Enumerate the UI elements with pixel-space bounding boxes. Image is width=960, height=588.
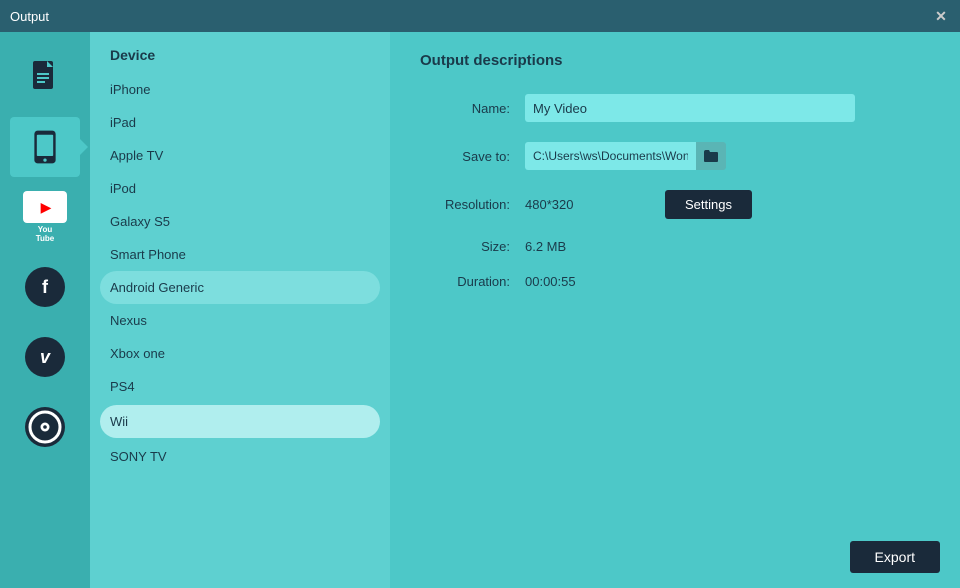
- device-icon: [27, 129, 63, 165]
- name-input[interactable]: [525, 94, 855, 122]
- save-to-row: Save to:: [420, 142, 930, 170]
- disc-svg: [27, 409, 63, 445]
- size-value: 6.2 MB: [525, 239, 566, 254]
- content-area: You Tube f v: [0, 32, 960, 588]
- export-area: Export: [850, 541, 940, 573]
- device-item-iphone[interactable]: iPhone: [90, 73, 390, 106]
- main-window: Output ✕: [0, 0, 960, 588]
- youtube-icon: [23, 191, 67, 223]
- resolution-value: 480*320: [525, 197, 645, 212]
- size-row: Size: 6.2 MB: [420, 239, 930, 254]
- device-item-apple-tv[interactable]: Apple TV: [90, 139, 390, 172]
- device-panel: Device iPhone iPad Apple TV iPod Galaxy …: [90, 32, 390, 588]
- device-item-galaxy-s5[interactable]: Galaxy S5: [90, 205, 390, 238]
- facebook-icon: f: [25, 267, 65, 307]
- file-icon: [27, 59, 63, 95]
- disc-icon: [25, 407, 65, 447]
- duration-label: Duration:: [420, 274, 510, 289]
- device-item-ps4[interactable]: PS4: [90, 370, 390, 403]
- resolution-label: Resolution:: [420, 197, 510, 212]
- device-item-sony-tv[interactable]: SONY TV: [90, 440, 390, 473]
- device-item-smart-phone[interactable]: Smart Phone: [90, 238, 390, 271]
- duration-value: 00:00:55: [525, 274, 576, 289]
- save-to-label: Save to:: [420, 149, 510, 164]
- export-button[interactable]: Export: [850, 541, 940, 573]
- close-button[interactable]: ✕: [932, 7, 950, 25]
- save-to-input[interactable]: [525, 142, 696, 170]
- sidebar-item-facebook[interactable]: f: [10, 257, 80, 317]
- resolution-row: Resolution: 480*320 Settings: [420, 190, 930, 219]
- device-item-ipod[interactable]: iPod: [90, 172, 390, 205]
- vimeo-icon: v: [25, 337, 65, 377]
- size-label: Size:: [420, 239, 510, 254]
- output-panel: Output descriptions Name: Save to:: [390, 32, 960, 588]
- youtube-container: You Tube: [23, 191, 67, 243]
- sidebar-item-disc[interactable]: [10, 397, 80, 457]
- duration-row: Duration: 00:00:55: [420, 274, 930, 289]
- save-to-container: [525, 142, 726, 170]
- name-row: Name:: [420, 94, 930, 122]
- name-label: Name:: [420, 101, 510, 116]
- browse-folder-button[interactable]: [696, 142, 726, 170]
- device-item-nexus[interactable]: Nexus: [90, 304, 390, 337]
- settings-button[interactable]: Settings: [665, 190, 752, 219]
- sidebar-item-youtube[interactable]: You Tube: [10, 187, 80, 247]
- window-title: Output: [10, 9, 49, 24]
- device-item-wii[interactable]: Wii: [100, 405, 380, 438]
- device-item-ipad[interactable]: iPad: [90, 106, 390, 139]
- device-item-xbox-one[interactable]: Xbox one: [90, 337, 390, 370]
- device-panel-header: Device: [90, 47, 390, 73]
- youtube-label: You Tube: [36, 225, 55, 243]
- sidebar-item-vimeo[interactable]: v: [10, 327, 80, 387]
- output-title: Output descriptions: [420, 52, 930, 69]
- device-item-android-generic[interactable]: Android Generic: [100, 271, 380, 304]
- title-bar: Output ✕: [0, 0, 960, 32]
- sidebar-item-file[interactable]: [10, 47, 80, 107]
- folder-icon: [703, 149, 719, 163]
- sidebar: You Tube f v: [0, 32, 90, 588]
- sidebar-item-device[interactable]: [10, 117, 80, 177]
